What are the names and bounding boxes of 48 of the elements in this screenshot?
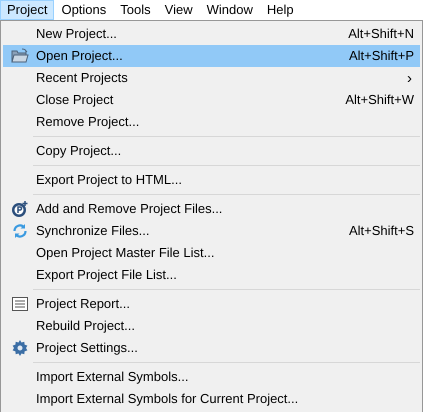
menu-bar-item[interactable]: Window bbox=[200, 0, 260, 20]
menu-item-label: New Project... bbox=[36, 25, 118, 44]
menu-item-label: Synchronize Files... bbox=[36, 222, 150, 240]
menu-bar-item[interactable]: Project bbox=[0, 0, 54, 20]
menu-item[interactable]: Add and Remove Project Files... bbox=[3, 198, 420, 220]
shortcut-label: Alt+Shift+S bbox=[348, 222, 415, 240]
menu-item-label: Copy Project... bbox=[36, 142, 122, 160]
menu-item[interactable]: Import External Symbols... bbox=[3, 366, 420, 388]
settings-icon bbox=[12, 340, 28, 356]
menu-bar-item[interactable]: Options bbox=[54, 0, 114, 20]
menu-item[interactable]: Project Settings... bbox=[3, 337, 420, 359]
submenu-arrow: › bbox=[407, 70, 413, 86]
report-icon bbox=[12, 297, 28, 311]
sync-icon bbox=[12, 223, 28, 239]
menu-item-label: Export Project to HTML... bbox=[36, 171, 183, 190]
menu-item-label: Add and Remove Project Files... bbox=[36, 200, 224, 218]
menu-item[interactable]: Copy Project... bbox=[3, 140, 420, 162]
menu-bar-item[interactable]: View bbox=[158, 0, 200, 20]
menu-item-label: Recent Projects bbox=[36, 69, 129, 88]
menu-item[interactable]: Export Project to HTML... bbox=[3, 169, 420, 191]
menu-item[interactable]: Rebuild Project... bbox=[3, 315, 420, 337]
menu-item-label: Export Project File List... bbox=[36, 266, 178, 284]
menu-item-label: Import External Symbols for Current Project... bbox=[36, 390, 300, 408]
menu-item[interactable]: Export Project File List... bbox=[3, 264, 420, 286]
menu-item-label: Project Report... bbox=[36, 295, 131, 314]
menu-item[interactable]: Open Project Master File List... bbox=[3, 242, 420, 264]
menu-item-label: Import External Symbols... bbox=[36, 368, 190, 386]
menu-item[interactable]: Close Project Alt+Shift+W bbox=[3, 89, 420, 111]
folder-icon bbox=[10, 48, 28, 64]
shortcut-label: Alt+Shift+W bbox=[345, 91, 415, 110]
menu-item[interactable]: New Project... Alt+Shift+N bbox=[3, 23, 420, 45]
menu-item[interactable]: Project Report... bbox=[3, 293, 420, 315]
menu-item-label: Open Project Master File List... bbox=[36, 244, 216, 262]
shortcut-label: Alt+Shift+N bbox=[348, 25, 415, 44]
menu-item[interactable]: Open Project... Alt+Shift+P bbox=[3, 45, 420, 67]
menu-item[interactable]: Remove Project... bbox=[3, 111, 420, 133]
p-badge-icon bbox=[10, 200, 28, 218]
menu-bar-item[interactable]: Help bbox=[260, 0, 301, 20]
menu-item-label: Rebuild Project... bbox=[36, 317, 136, 336]
menu-item-label: Close Project bbox=[36, 91, 114, 110]
menu-item-label: Project Settings... bbox=[36, 339, 139, 358]
menu-bar-item[interactable]: Tools bbox=[113, 0, 158, 20]
menu-item[interactable]: Synchronize Files... Alt+Shift+S bbox=[3, 220, 420, 242]
menu-item-label: Remove Project... bbox=[36, 113, 140, 132]
shortcut-label: Alt+Shift+P bbox=[348, 47, 415, 66]
menu-item[interactable]: Import External Symbols for Current Project... bbox=[3, 388, 420, 410]
menu-item-label: Open Project... bbox=[36, 47, 124, 66]
menu-item[interactable]: Recent Projects › bbox=[3, 67, 420, 89]
